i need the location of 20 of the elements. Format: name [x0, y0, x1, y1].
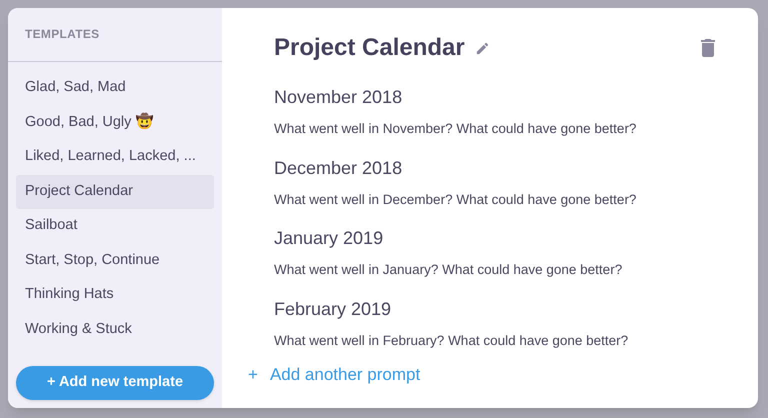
template-item[interactable]: Glad, Sad, Mad [16, 71, 214, 106]
template-item[interactable]: Project Calendar [16, 174, 214, 209]
prompt-heading: January 2019 [274, 227, 384, 250]
template-item[interactable]: Thinking Hats [16, 278, 214, 312]
template-title: Project Calendar [274, 33, 465, 63]
prompt-heading: December 2018 [274, 156, 404, 180]
prompt-question: What went well in February? What could have gone better? [274, 332, 630, 350]
sidebar-heading: TEMPLATES [25, 27, 100, 41]
template-item[interactable]: Good, Bad, Ugly 🤠 [16, 106, 214, 140]
prompt-heading: February 2019 [274, 298, 392, 321]
template-item[interactable]: Start, Stop, Continue [16, 244, 214, 278]
trash-icon[interactable] [700, 39, 716, 57]
pencil-icon[interactable] [474, 40, 490, 56]
template-item[interactable]: Liked, Learned, Lacked, ... [16, 140, 214, 174]
prompt-heading: November 2018 [274, 86, 404, 109]
prompt-question: What went well in December? What could have gone better? [274, 190, 638, 209]
prompt-question: What went well in November? What could have gone better? [274, 120, 638, 138]
prompt-question: What went well in January? What could have gone better? [274, 261, 624, 279]
template-item[interactable]: Sailboat [16, 209, 214, 244]
template-item[interactable]: Working & Stuck [16, 312, 214, 347]
